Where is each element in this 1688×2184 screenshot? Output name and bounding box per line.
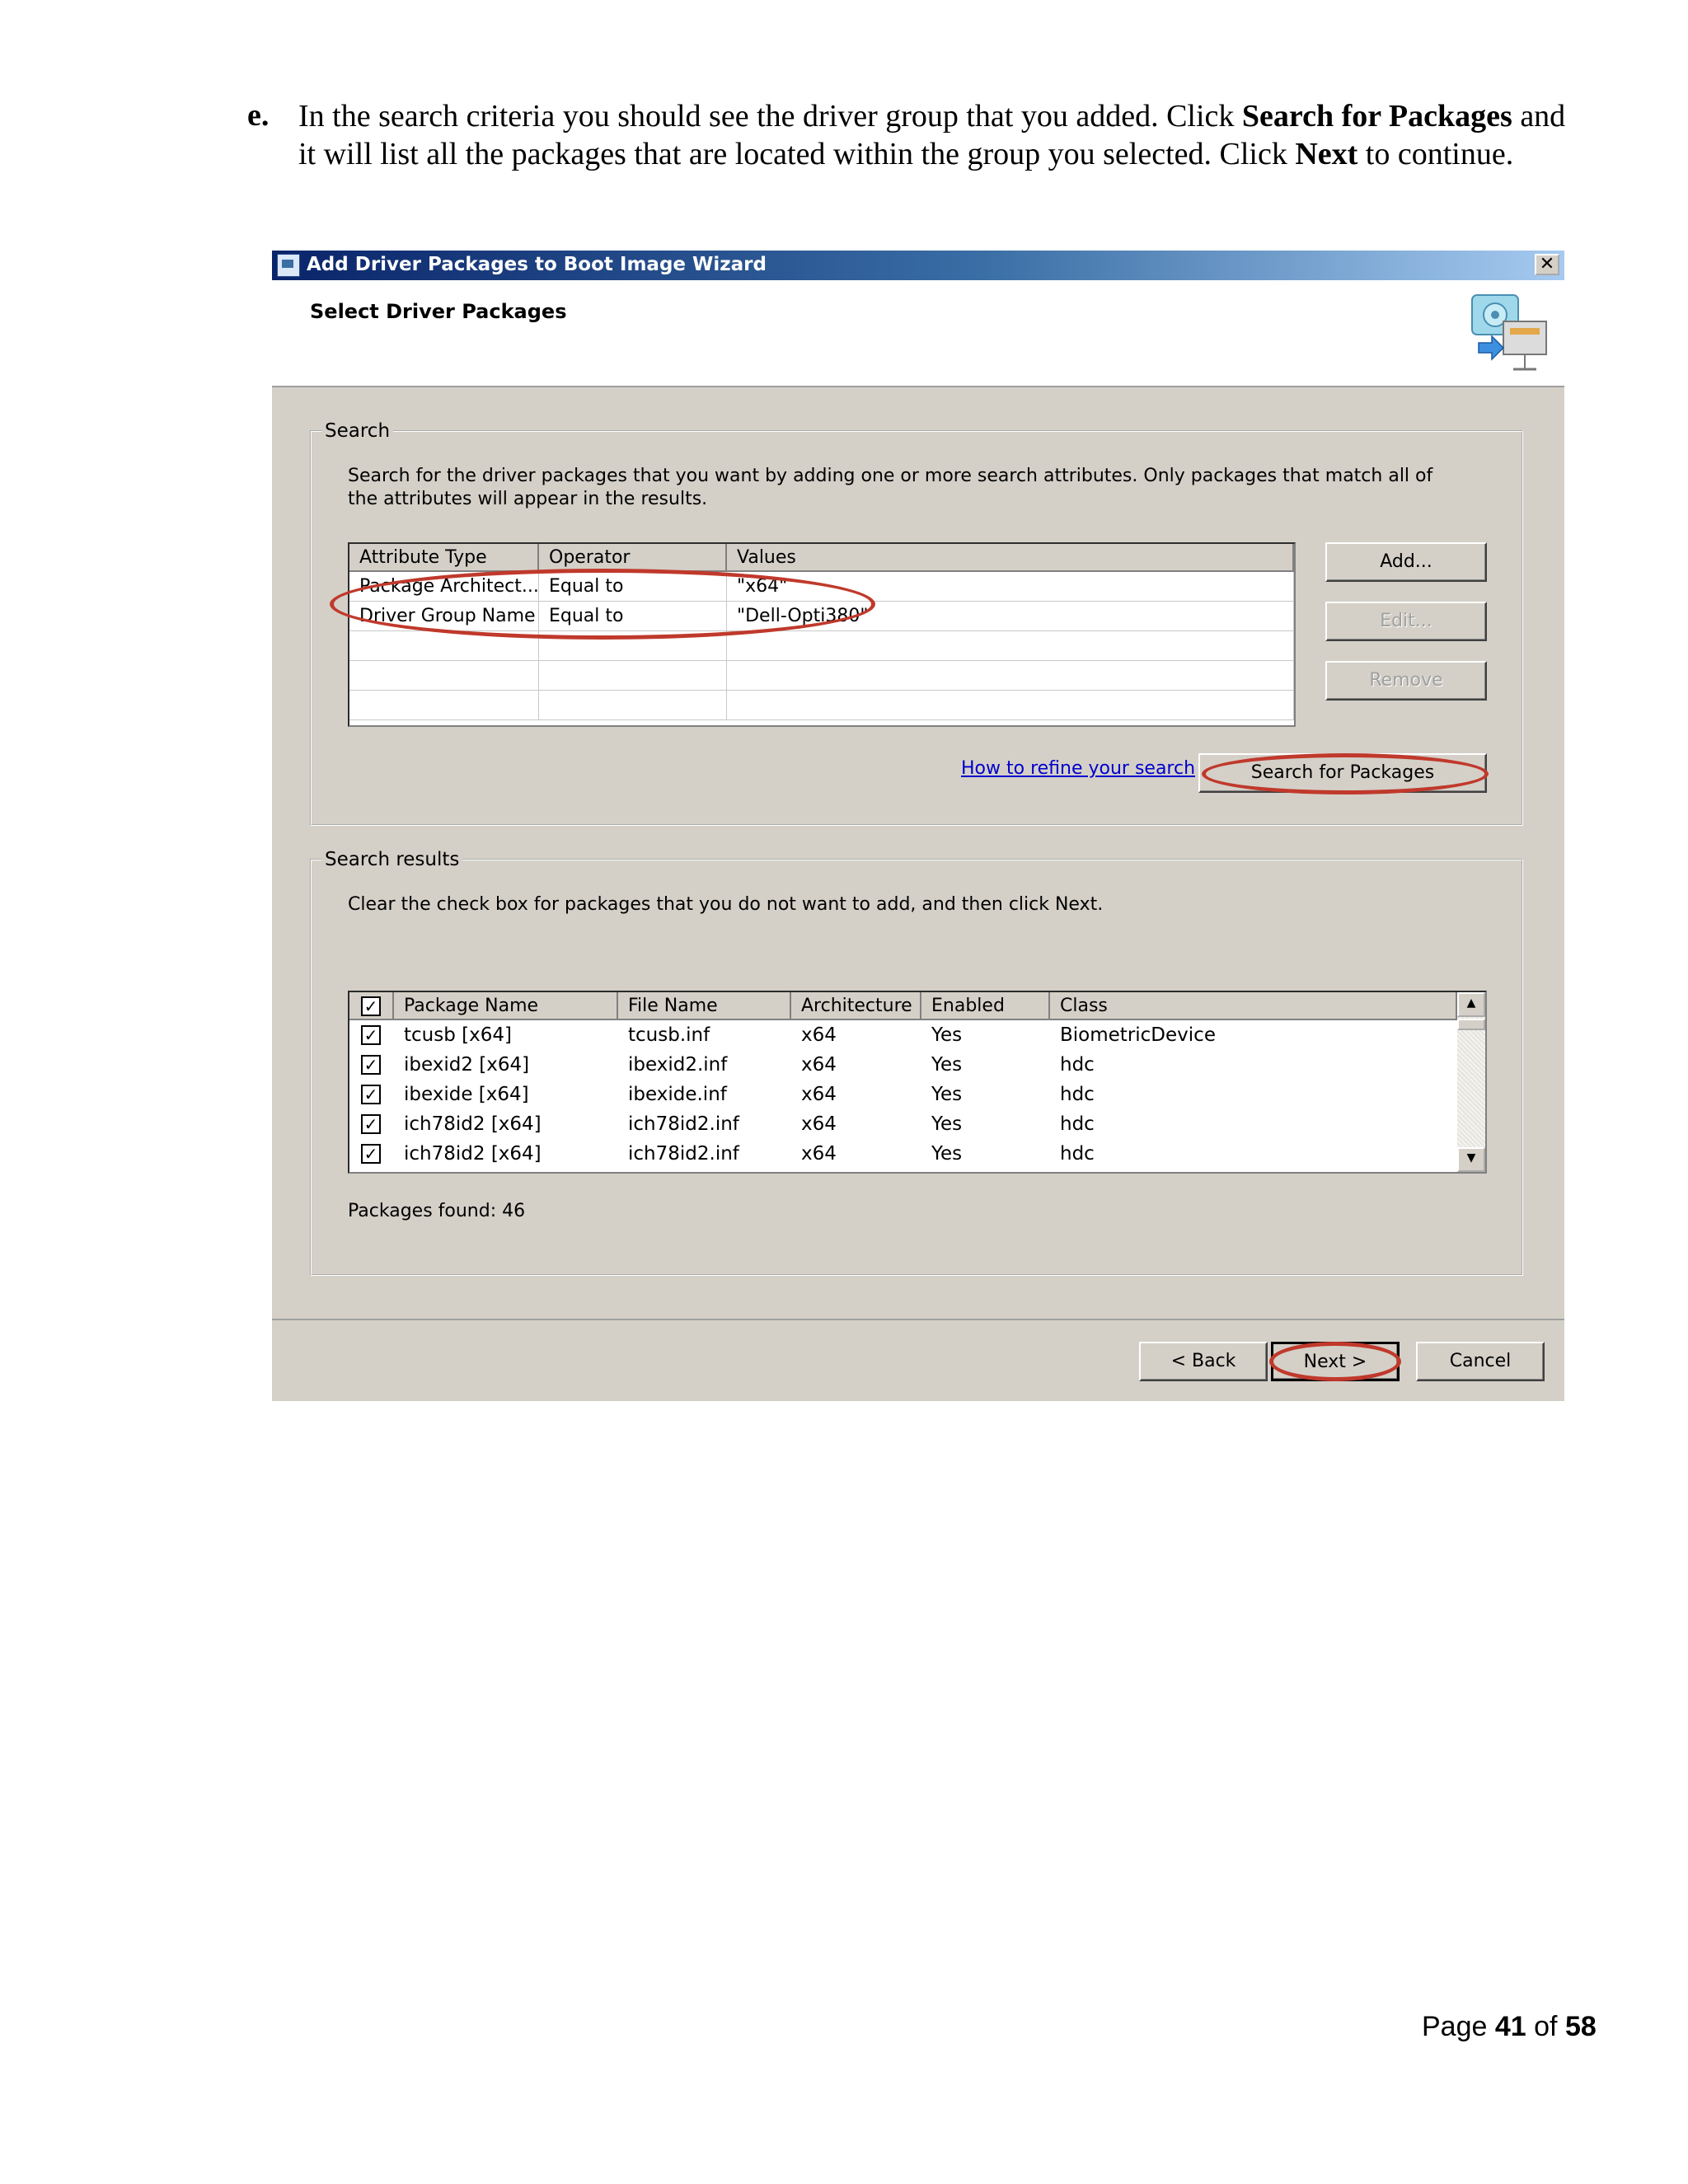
wizard-dialog: Add Driver Packages to Boot Image Wizard…	[272, 251, 1564, 1401]
package-name-cell: tcusb [x64]	[404, 1024, 512, 1046]
table-row[interactable]: ✓ tcusb [x64] tcusb.inf x64 Yes Biometri…	[349, 1020, 1457, 1050]
of-word: of	[1534, 2011, 1558, 2042]
table-row[interactable]: ✓ ibexid2 [x64] ibexid2.inf x64 Yes hdc	[349, 1050, 1457, 1080]
file-name-cell: ich78id2.inf	[628, 1143, 739, 1165]
scroll-up-button[interactable]: ▲	[1457, 992, 1485, 1017]
enabled-cell: Yes	[931, 1054, 963, 1076]
table-row[interactable]: ✓ ich78id2 [x64] ich78id2.inf x64 Yes hd…	[349, 1109, 1457, 1139]
column-header-class[interactable]: Class	[1050, 992, 1457, 1020]
search-legend: Search	[321, 420, 394, 442]
architecture-cell: x64	[801, 1113, 837, 1135]
column-header-operator[interactable]: Operator	[539, 544, 727, 572]
column-header-enabled[interactable]: Enabled	[921, 992, 1050, 1020]
file-name-cell: ich78id2.inf	[628, 1113, 739, 1135]
next-button-callout	[1269, 1342, 1401, 1381]
add-button-label: Add...	[1380, 551, 1432, 572]
criteria-empty-cell[interactable]	[727, 691, 1294, 720]
row-checkbox[interactable]: ✓	[361, 1025, 381, 1045]
table-row[interactable]: ✓ ich78id2 [x64] ich78id2.inf x64 Yes hd…	[349, 1139, 1457, 1169]
close-button[interactable]: ✕	[1535, 254, 1559, 275]
page-number: Page 41 of 58	[1422, 2011, 1597, 2043]
architecture-cell: x64	[801, 1024, 837, 1046]
table-row[interactable]: ✓ ibexide [x64] ibexide.inf x64 Yes hdc	[349, 1080, 1457, 1109]
current-page: 41	[1494, 2011, 1526, 2042]
package-name-cell: ibexid2 [x64]	[404, 1054, 530, 1076]
results-scrollbar[interactable]: ▲ ▼	[1457, 992, 1485, 1172]
instruction-text-part: In the search criteria you should see th…	[298, 99, 1242, 134]
results-description: Clear the check box for packages that yo…	[348, 894, 1104, 915]
criteria-empty-cell[interactable]	[727, 631, 1294, 661]
title-bar[interactable]: Add Driver Packages to Boot Image Wizard…	[272, 251, 1564, 280]
cancel-button-label: Cancel	[1449, 1351, 1512, 1371]
enabled-cell: Yes	[931, 1113, 963, 1135]
criteria-empty-cell[interactable]	[539, 691, 727, 720]
instruction-text-part: to continue.	[1357, 137, 1514, 171]
packages-found-count: Packages found: 46	[348, 1201, 526, 1221]
refine-search-link[interactable]: How to refine your search	[961, 758, 1195, 779]
search-description: Search for the driver packages that you …	[348, 466, 1433, 509]
page-title: Select Driver Packages	[310, 300, 567, 323]
class-cell: hdc	[1060, 1143, 1095, 1165]
column-header-package-name[interactable]: Package Name	[394, 992, 618, 1020]
file-name-cell: tcusb.inf	[628, 1024, 710, 1046]
enabled-cell: Yes	[931, 1143, 963, 1165]
edit-button-label: Edit...	[1380, 611, 1432, 631]
class-cell: hdc	[1060, 1113, 1095, 1135]
package-name-cell: ich78id2 [x64]	[404, 1143, 542, 1165]
criteria-empty-cell[interactable]	[349, 661, 539, 691]
column-header-architecture[interactable]: Architecture	[791, 992, 921, 1020]
package-name-cell: ibexide [x64]	[404, 1084, 529, 1105]
class-cell: BiometricDevice	[1060, 1024, 1216, 1046]
column-header-values[interactable]: Values	[727, 544, 1294, 572]
package-results-table[interactable]: ✓ Package Name File Name Architecture En…	[348, 991, 1487, 1174]
criteria-empty-cell[interactable]	[539, 661, 727, 691]
select-all-header[interactable]: ✓	[349, 992, 394, 1020]
file-name-cell: ibexide.inf	[628, 1084, 727, 1105]
criteria-empty-cell[interactable]	[349, 691, 539, 720]
class-cell: hdc	[1060, 1054, 1095, 1076]
step-letter: e.	[247, 98, 270, 133]
wizard-app-icon	[277, 254, 300, 277]
file-name-cell: ibexid2.inf	[628, 1054, 728, 1076]
page-word: Page	[1422, 2011, 1488, 2042]
row-checkbox[interactable]: ✓	[361, 1114, 381, 1134]
instruction-bold-search: Search for Packages	[1241, 99, 1512, 134]
row-checkbox[interactable]: ✓	[361, 1085, 381, 1104]
instruction-bold-next: Next	[1295, 137, 1358, 171]
enabled-cell: Yes	[931, 1024, 963, 1046]
criteria-empty-cell[interactable]	[727, 661, 1294, 691]
add-criteria-button[interactable]: Add...	[1325, 542, 1487, 582]
row-checkbox[interactable]: ✓	[361, 1144, 381, 1164]
cancel-button[interactable]: Cancel	[1416, 1342, 1545, 1381]
column-header-file-name[interactable]: File Name	[618, 992, 791, 1020]
remove-criteria-button[interactable]: Remove	[1325, 661, 1487, 701]
instruction-text: In the search criteria you should see th…	[298, 97, 1584, 173]
window-title: Add Driver Packages to Boot Image Wizard	[307, 254, 767, 275]
total-pages: 58	[1564, 2011, 1597, 2042]
results-legend: Search results	[321, 849, 463, 870]
select-all-checkbox[interactable]: ✓	[361, 996, 381, 1016]
architecture-cell: x64	[801, 1143, 837, 1165]
class-cell: hdc	[1060, 1084, 1095, 1105]
architecture-cell: x64	[801, 1054, 837, 1076]
scroll-thumb[interactable]	[1457, 1019, 1485, 1030]
back-button[interactable]: < Back	[1139, 1342, 1268, 1381]
driver-package-icon	[1471, 294, 1547, 371]
row-checkbox[interactable]: ✓	[361, 1055, 381, 1075]
enabled-cell: Yes	[931, 1084, 963, 1105]
search-button-callout	[1202, 753, 1489, 794]
architecture-cell: x64	[801, 1084, 837, 1105]
back-button-label: < Back	[1170, 1351, 1236, 1371]
column-header-attribute-type[interactable]: Attribute Type	[349, 544, 539, 572]
wizard-header: Select Driver Packages	[272, 280, 1564, 387]
edit-criteria-button[interactable]: Edit...	[1325, 602, 1487, 641]
package-name-cell: ich78id2 [x64]	[404, 1113, 542, 1135]
criteria-highlight-callout	[330, 569, 875, 640]
scroll-down-button[interactable]: ▼	[1457, 1147, 1485, 1172]
remove-button-label: Remove	[1369, 670, 1443, 691]
